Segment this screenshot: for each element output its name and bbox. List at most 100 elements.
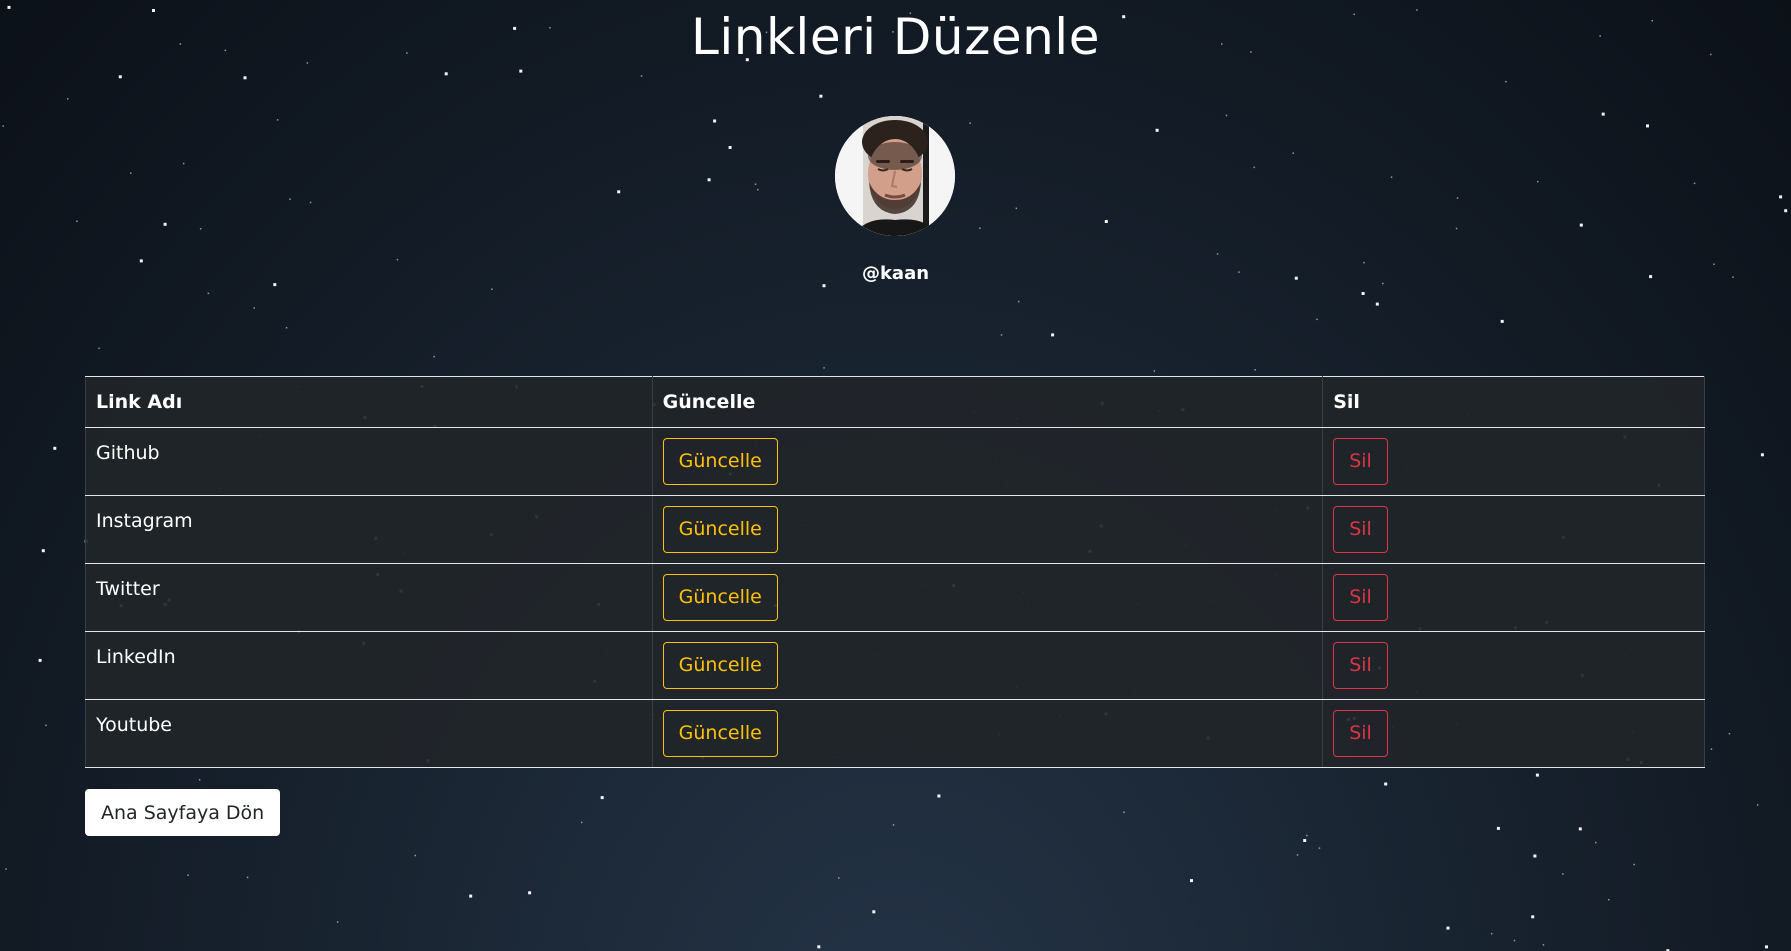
star (1578, 827, 1582, 831)
star (469, 894, 473, 898)
star (396, 258, 399, 261)
star (1017, 300, 1020, 303)
column-header-link-name: Link Adı (85, 376, 653, 428)
star (892, 824, 895, 826)
star (1104, 220, 1108, 223)
star (1779, 195, 1783, 199)
star (1456, 197, 1459, 199)
star (528, 891, 532, 895)
star (1490, 932, 1493, 935)
star (1710, 748, 1713, 750)
delete-button[interactable]: Sil (1333, 574, 1388, 621)
table-row: Instagram Güncelle Sil (85, 495, 1705, 564)
star (1000, 334, 1003, 336)
star (76, 220, 78, 222)
star (1562, 873, 1564, 875)
star (253, 307, 255, 309)
star (1756, 804, 1759, 806)
star (285, 327, 288, 329)
star (5, 868, 7, 870)
star (414, 854, 416, 857)
delete-cell: Sil (1322, 631, 1705, 700)
star (872, 910, 876, 914)
star (617, 190, 621, 194)
star (433, 355, 435, 358)
delete-button[interactable]: Sil (1333, 710, 1388, 757)
star (979, 227, 981, 229)
link-name-cell: Instagram (85, 495, 653, 564)
star (67, 98, 69, 100)
star (1728, 732, 1731, 735)
star (163, 222, 167, 226)
star (1579, 223, 1583, 227)
link-name-cell: Github (85, 427, 653, 496)
star (1292, 152, 1294, 154)
star (41, 549, 45, 553)
star (1015, 207, 1018, 210)
star (1608, 898, 1610, 901)
update-button[interactable]: Güncelle (662, 710, 778, 757)
star (1361, 292, 1365, 295)
star (1505, 80, 1507, 83)
star (728, 146, 732, 149)
star (1760, 453, 1764, 457)
delete-button[interactable]: Sil (1333, 642, 1388, 689)
star (1784, 209, 1788, 213)
star (198, 779, 201, 781)
table-row: Youtube Güncelle Sil (85, 699, 1705, 768)
star (600, 796, 604, 800)
star (1595, 841, 1597, 844)
column-header-delete: Sil (1322, 376, 1705, 428)
delete-cell: Sil (1322, 427, 1705, 496)
back-to-home-button[interactable]: Ana Sayfaya Dön (85, 789, 281, 836)
star (819, 94, 823, 98)
star (491, 288, 493, 290)
star (1537, 180, 1539, 183)
column-header-update: Güncelle (651, 376, 1324, 428)
star (38, 658, 42, 662)
delete-button[interactable]: Sil (1333, 506, 1388, 553)
update-cell: Güncelle (651, 495, 1324, 564)
star (1533, 854, 1537, 858)
star (1216, 253, 1219, 255)
star (1253, 166, 1255, 169)
star (139, 259, 143, 263)
star (937, 794, 941, 798)
star (207, 292, 210, 295)
star (187, 874, 189, 876)
star (713, 119, 717, 123)
star (289, 198, 291, 200)
star (243, 76, 247, 80)
update-button[interactable]: Güncelle (662, 642, 778, 689)
link-name-cell: Twitter (85, 563, 653, 632)
star (1542, 944, 1545, 946)
table-row: Twitter Güncelle Sil (85, 563, 1705, 632)
star (1303, 839, 1307, 842)
star (118, 75, 122, 79)
star (1455, 227, 1458, 230)
table-header-row: Link Adı Güncelle Sil (85, 376, 1705, 428)
star (182, 162, 185, 165)
table-row: LinkedIn Güncelle Sil (85, 631, 1705, 700)
star (1535, 773, 1539, 777)
star (2, 125, 4, 127)
update-cell: Güncelle (651, 427, 1324, 496)
star (1500, 319, 1504, 323)
update-cell: Güncelle (651, 699, 1324, 768)
star (1646, 124, 1649, 128)
star (640, 75, 643, 77)
star (838, 877, 840, 879)
star (1153, 370, 1156, 372)
update-cell: Güncelle (651, 631, 1324, 700)
update-cell: Güncelle (651, 563, 1324, 632)
star (1496, 826, 1500, 830)
links-table: Link Adı Güncelle Sil Github Güncelle Si… (85, 376, 1705, 768)
delete-button[interactable]: Sil (1333, 438, 1388, 485)
update-button[interactable]: Güncelle (662, 438, 778, 485)
star (1390, 176, 1393, 178)
update-button[interactable]: Güncelle (662, 506, 778, 553)
update-button[interactable]: Güncelle (662, 574, 778, 621)
star (1123, 811, 1125, 814)
star (309, 201, 312, 204)
link-name-cell: Youtube (85, 699, 653, 768)
